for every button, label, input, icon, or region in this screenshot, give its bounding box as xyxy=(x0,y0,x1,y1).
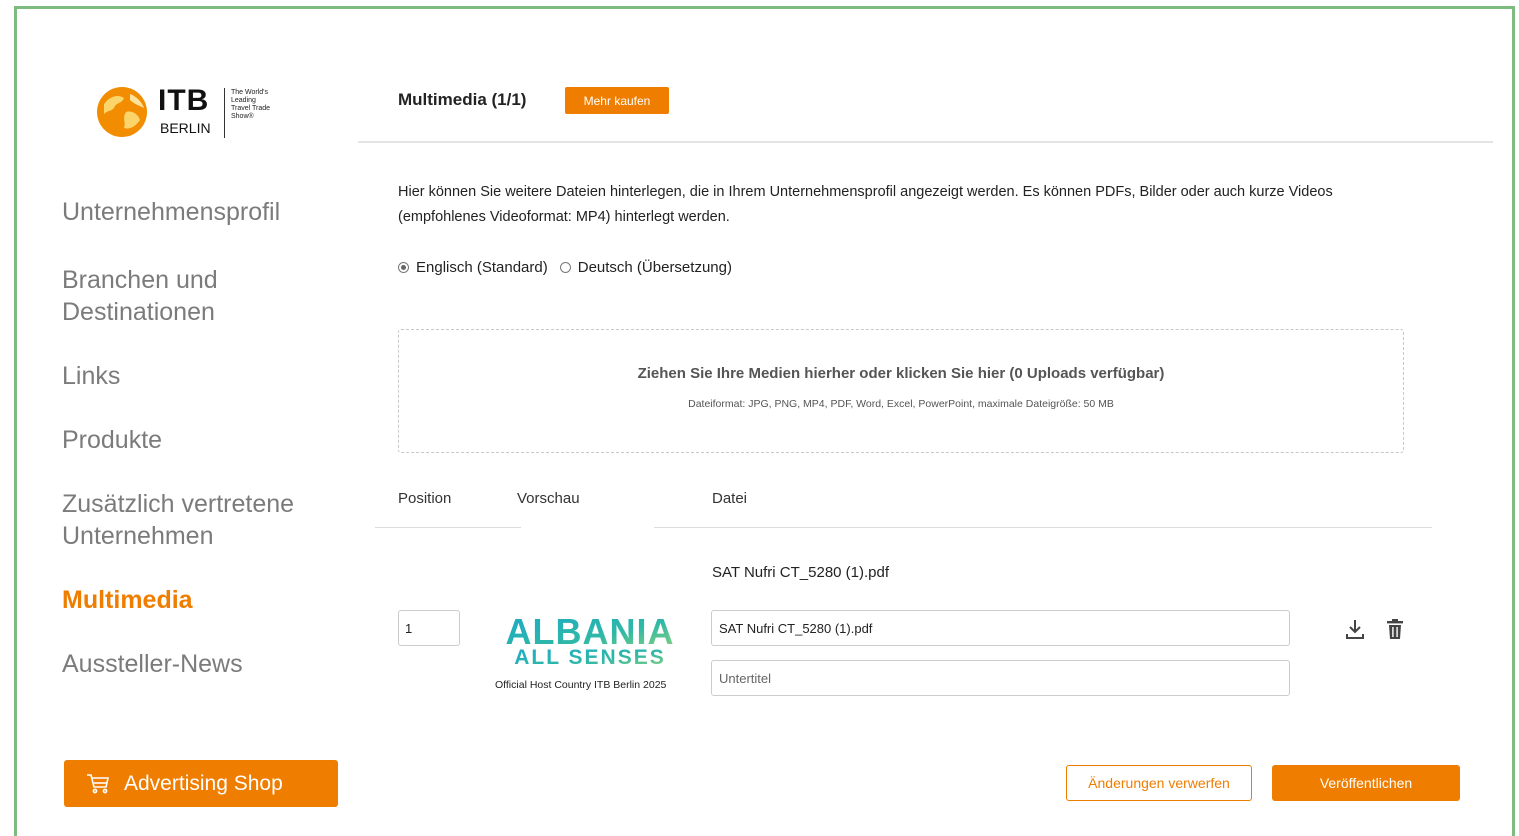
column-header-datei: Datei xyxy=(712,490,748,507)
dropzone-instruction: Ziehen Sie Ihre Medien hierher oder klic… xyxy=(637,365,1165,382)
globe-logo-icon xyxy=(97,87,147,137)
logo-itb-text: ITB xyxy=(158,84,210,117)
radio-englisch-label: Englisch (Standard) xyxy=(416,259,548,276)
radio-selected-icon xyxy=(398,262,409,273)
sidebar-item-branchen[interactable]: Branchen und Destinationen xyxy=(62,264,262,328)
column-header-position: Position xyxy=(398,490,452,507)
table-header-divider xyxy=(654,527,1432,528)
sidebar-item-multimedia[interactable]: Multimedia xyxy=(62,584,352,616)
trash-icon[interactable] xyxy=(1383,617,1407,641)
download-icon[interactable] xyxy=(1343,617,1367,641)
sidebar-nav: Unternehmensprofil Branchen und Destinat… xyxy=(62,196,352,680)
sidebar-item-aussteller-news[interactable]: Aussteller-News xyxy=(62,648,352,680)
file-preview-thumbnail[interactable]: ALBANIA ALL SENSES Official Host Country… xyxy=(492,611,688,694)
radio-deutsch-label: Deutsch (Übersetzung) xyxy=(577,259,732,276)
logo-tagline: The World's Leading Travel Trade Show® xyxy=(231,89,271,120)
table-header-divider xyxy=(375,527,521,528)
subtitle-input[interactable] xyxy=(711,660,1290,696)
sidebar-item-produkte[interactable]: Produkte xyxy=(62,424,352,456)
file-title: SAT Nufri CT_5280 (1).pdf xyxy=(712,564,890,581)
logo-divider xyxy=(224,88,225,138)
column-header-vorschau: Vorschau xyxy=(517,490,580,507)
position-input[interactable] xyxy=(398,610,460,646)
sidebar-item-unternehmensprofil[interactable]: Unternehmensprofil xyxy=(62,196,352,228)
itb-berlin-logo[interactable]: ITB BERLIN The World's Leading Travel Tr… xyxy=(96,84,296,142)
preview-all-senses-text: ALL SENSES xyxy=(514,646,665,669)
intro-text: Hier können Sie weitere Dateien hinterle… xyxy=(398,184,1333,225)
header-divider xyxy=(358,141,1493,143)
radio-englisch[interactable]: Englisch (Standard) xyxy=(398,259,548,276)
sidebar-item-links[interactable]: Links xyxy=(62,360,352,392)
publish-button[interactable]: Veröffentlichen xyxy=(1272,765,1460,801)
language-selector: Englisch (Standard) Deutsch (Übersetzung… xyxy=(398,259,744,276)
albania-logo-image: ALBANIA ALL SENSES xyxy=(506,611,674,669)
discard-changes-button[interactable]: Änderungen verwerfen xyxy=(1066,765,1252,801)
media-dropzone[interactable]: Ziehen Sie Ihre Medien hierher oder klic… xyxy=(398,329,1404,453)
radio-unselected-icon xyxy=(559,262,571,273)
filename-input[interactable] xyxy=(711,610,1290,646)
cart-icon xyxy=(87,773,109,793)
radio-deutsch[interactable]: Deutsch (Übersetzung) xyxy=(559,259,732,276)
sidebar-item-zusaetzlich[interactable]: Zusätzlich vertretene Unternehmen xyxy=(62,488,342,552)
preview-caption: Official Host Country ITB Berlin 2025 xyxy=(495,679,667,691)
buy-more-button[interactable]: Mehr kaufen xyxy=(565,87,669,114)
advertising-shop-label: Advertising Shop xyxy=(124,771,283,795)
page-title: Multimedia (1/1) xyxy=(398,90,527,109)
dropzone-file-info: Dateiformat: JPG, PNG, MP4, PDF, Word, E… xyxy=(688,398,1114,410)
logo-berlin-text: BERLIN xyxy=(160,120,211,136)
advertising-shop-button[interactable]: Advertising Shop xyxy=(64,760,338,807)
